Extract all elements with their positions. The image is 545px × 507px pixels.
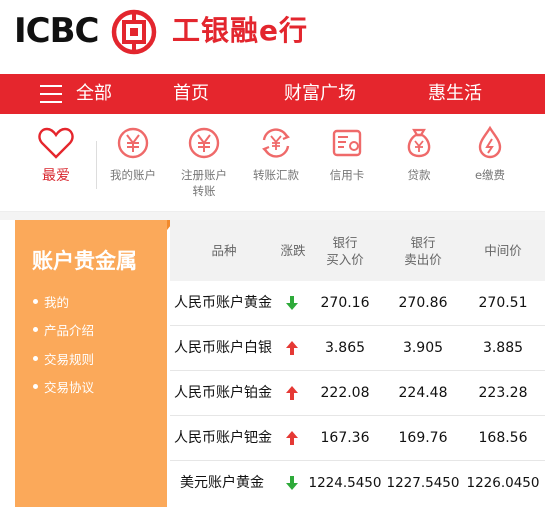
sidebar-title: 账户贵金属 <box>32 249 137 273</box>
col-header-line: 买入价 <box>326 251 364 267</box>
product-name: 人民币账户钯金 <box>174 430 272 446</box>
quick-link-credit-card[interactable]: 信用卡 <box>307 124 387 183</box>
quick-link-registered-transfer[interactable]: 注册账户转账 <box>164 124 244 199</box>
mid-price: 3.885 <box>482 340 524 356</box>
sidebar-link-label: 交易规则 <box>44 352 95 367</box>
product-name: 美元账户黄金 <box>180 475 264 491</box>
yen-coin-icon <box>117 127 149 159</box>
mid-price: 270.51 <box>478 295 528 311</box>
down-arrow-icon <box>286 296 298 310</box>
product-name: 人民币账户铂金 <box>174 385 272 401</box>
col-header-change: 涨跌 <box>280 243 306 258</box>
brand-chinese-name[interactable]: 工银融e行 <box>172 14 308 48</box>
bullet-icon <box>33 299 38 304</box>
quick-link-transfer[interactable]: 转账汇款 <box>236 124 316 183</box>
up-arrow-icon <box>286 341 298 355</box>
table-row[interactable]: 美元账户黄金 1224.5450 1227.5450 1226.0450 <box>170 461 545 506</box>
quick-link-loan[interactable]: 贷款 <box>379 124 459 183</box>
bullet-icon <box>33 356 38 361</box>
bank-sell-price: 169.76 <box>398 430 448 446</box>
quick-link-label: 我的账户 <box>110 168 156 182</box>
col-header-mid: 中间价 <box>484 243 522 258</box>
table-row[interactable]: 人民币账户铂金 222.08 224.48 223.28 <box>170 371 545 416</box>
bank-buy-price: 222.08 <box>320 385 370 401</box>
heart-icon <box>38 127 74 159</box>
bank-sell-price: 3.905 <box>402 340 444 356</box>
mid-price: 223.28 <box>478 385 528 401</box>
up-arrow-icon <box>286 386 298 400</box>
table-row[interactable]: 人民币账户黄金 270.16 270.86 270.51 <box>170 281 545 326</box>
divider <box>96 141 97 189</box>
sidebar-link-mine[interactable]: 我的 <box>33 292 69 311</box>
icbc-logo-text[interactable]: ICBC <box>14 12 99 50</box>
quick-link-my-account[interactable]: 我的账户 <box>93 124 173 183</box>
bullet-icon <box>33 327 38 332</box>
quick-link-label: 最爱 <box>42 168 70 184</box>
bank-sell-price: 270.86 <box>398 295 448 311</box>
bank-buy-price: 3.865 <box>324 340 366 356</box>
bank-buy-price: 1224.5450 <box>308 475 382 491</box>
down-arrow-icon <box>286 476 298 490</box>
nav-item-all[interactable]: 全部 <box>76 74 112 114</box>
col-header-line: 银行 <box>410 234 436 250</box>
sidebar-link-label: 我的 <box>44 295 70 310</box>
quick-link-label: 贷款 <box>407 168 431 182</box>
col-header-line: 卖出价 <box>404 251 442 267</box>
main-nav: 全部 首页 财富广场 惠生活 <box>0 74 545 114</box>
quick-link-label: e缴费 <box>474 168 506 182</box>
col-header-line: 银行 <box>332 234 358 250</box>
product-name: 人民币账户黄金 <box>174 295 272 311</box>
nav-item-wealth-plaza[interactable]: 财富广场 <box>284 74 356 114</box>
col-header-bank-buy: 银行 买入价 <box>308 220 382 281</box>
bank-sell-price: 224.48 <box>398 385 448 401</box>
hamburger-icon[interactable] <box>40 85 62 103</box>
sidebar-link-label: 交易协议 <box>44 380 95 395</box>
metal-quotes-table: 品种 涨跌 银行 买入价 银行 卖出价 中间价 人民币账户黄金 270.16 2… <box>170 220 545 507</box>
table-row[interactable]: 人民币账户钯金 167.36 169.76 168.56 <box>170 416 545 461</box>
nav-item-home[interactable]: 首页 <box>173 74 209 114</box>
yen-coin-icon <box>188 127 220 159</box>
sidebar-link-product-intro[interactable]: 产品介绍 <box>33 320 94 339</box>
table-header: 品种 涨跌 银行 买入价 银行 卖出价 中间价 <box>170 220 545 281</box>
icbc-seal-icon[interactable] <box>111 9 157 55</box>
credit-card-icon <box>332 129 362 157</box>
col-header-product: 品种 <box>211 243 237 258</box>
bank-buy-price: 270.16 <box>320 295 370 311</box>
quick-link-label: 信用卡 <box>329 168 365 182</box>
site-header: ICBC 工银融e行 <box>0 0 545 74</box>
drop-icon <box>478 125 502 159</box>
col-header-bank-sell: 银行 卖出价 <box>382 220 464 281</box>
quick-link-e-payment[interactable]: e缴费 <box>450 124 530 183</box>
mid-price: 1226.0450 <box>466 475 540 491</box>
sidebar-link-label: 产品介绍 <box>44 323 95 338</box>
quick-link-favorites[interactable]: 最爱 <box>16 124 96 184</box>
bank-buy-price: 167.36 <box>320 430 370 446</box>
quick-link-label: 注册账户转账 <box>181 168 227 198</box>
mid-price: 168.56 <box>478 430 528 446</box>
table-row[interactable]: 人民币账户白银 3.865 3.905 3.885 <box>170 326 545 371</box>
sidebar-link-trading-agreement[interactable]: 交易协议 <box>33 377 94 396</box>
precious-metals-sidebar: 账户贵金属 我的 产品介绍 交易规则 交易协议 <box>15 220 175 507</box>
quick-link-label: 转账汇款 <box>253 168 299 182</box>
quick-links-bar: 最爱 我的账户 注册账户转账 转账汇款 信用卡 贷款 e缴费 <box>0 114 545 212</box>
bullet-icon <box>33 384 38 389</box>
up-arrow-icon <box>286 431 298 445</box>
money-bag-icon <box>407 128 431 158</box>
product-name: 人民币账户白银 <box>174 340 272 356</box>
transfer-icon <box>262 128 290 158</box>
sidebar-link-trading-rules[interactable]: 交易规则 <box>33 349 94 368</box>
nav-item-life[interactable]: 惠生活 <box>428 74 482 114</box>
bank-sell-price: 1227.5450 <box>386 475 460 491</box>
section-gap <box>0 212 545 220</box>
